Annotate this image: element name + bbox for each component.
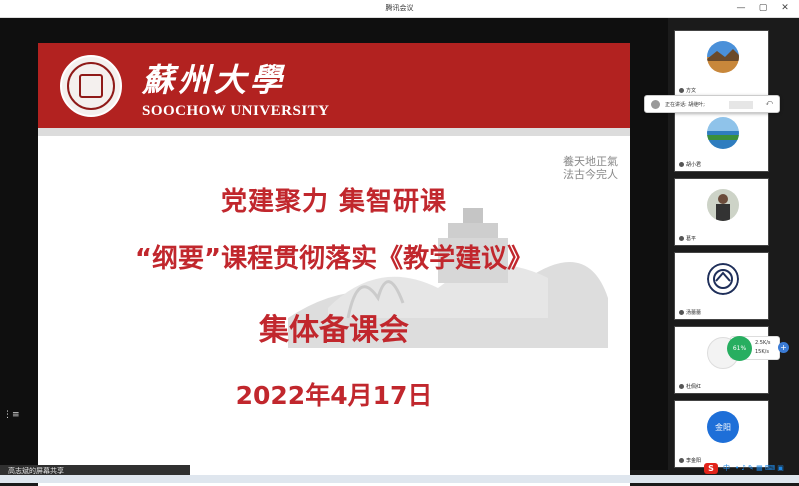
calligraphy-decoration: 養天地正氣 法古今完人 bbox=[563, 155, 623, 181]
presentation-slide: 蘇州大學 SOOCHOW UNIVERSITY 養天地正氣 法古今完人 党建聚力… bbox=[38, 43, 630, 486]
participant-tile[interactable]: 金阳 李金阳 bbox=[674, 400, 769, 468]
network-speed-widget[interactable]: 61% 2.5K/s 15K/s + bbox=[727, 336, 789, 361]
mic-icon bbox=[679, 458, 684, 463]
screen-share-banner: 高志斌的屏幕共享 bbox=[0, 465, 190, 475]
participant-name: 方文 bbox=[679, 87, 696, 94]
cpu-usage-gauge: 61% bbox=[727, 336, 752, 361]
avatar bbox=[707, 263, 739, 295]
mic-icon bbox=[679, 310, 684, 315]
participant-name: 汤蕾蕾 bbox=[679, 309, 701, 316]
window-title: 腾讯会议 bbox=[385, 4, 414, 12]
participant-name: 李金阳 bbox=[679, 457, 701, 464]
participant-name: 葛平 bbox=[679, 235, 696, 242]
participant-name: 胡小君 bbox=[679, 161, 701, 168]
calligraphy-line: 法古今完人 bbox=[563, 168, 618, 181]
participant-tile[interactable]: 葛平 bbox=[674, 178, 769, 246]
taskbar bbox=[0, 475, 799, 483]
participant-name-text: 杜佩红 bbox=[686, 384, 702, 390]
collapse-icon[interactable]: ⤺ bbox=[766, 99, 773, 108]
speaker-icon bbox=[651, 100, 660, 109]
mic-icon bbox=[679, 162, 684, 167]
window-titlebar: 腾讯会议 — ▢ ✕ bbox=[0, 0, 799, 18]
participant-name: 杜佩红 bbox=[679, 383, 701, 390]
sogou-logo-icon[interactable]: S bbox=[704, 462, 718, 474]
slide-title-line-2: “纲要”课程贯彻落实《教学建议》 bbox=[134, 244, 534, 274]
participant-name-text: 胡小君 bbox=[686, 162, 702, 168]
speaking-indicator: 正在讲话: 胡继叶; ⤺ bbox=[644, 95, 780, 113]
university-seal-icon bbox=[60, 55, 122, 117]
participant-name-text: 葛平 bbox=[686, 236, 697, 242]
participant-tile[interactable]: 胡小君 bbox=[674, 104, 769, 172]
speaker-name-redacted bbox=[729, 101, 753, 109]
participant-name-text: 李金阳 bbox=[686, 458, 702, 464]
slide-title-line-1: 党建聚力 集智研课 bbox=[220, 187, 448, 217]
participant-tile[interactable]: 方文 bbox=[674, 30, 769, 98]
slide-title-line-3: 集体备课会 bbox=[259, 313, 409, 348]
participant-panel: 方文 胡小君 葛平 汤蕾蕾 杜佩红 金阳 李金阳 bbox=[668, 18, 799, 470]
participant-tile[interactable]: 汤蕾蕾 bbox=[674, 252, 769, 320]
upload-speed: 2.5K/s bbox=[755, 340, 771, 346]
avatar bbox=[707, 41, 739, 73]
ime-tool-icons[interactable]: • ♪ ✎ ▦ ⌨ ▣ bbox=[735, 464, 784, 472]
plus-icon[interactable]: + bbox=[778, 342, 789, 353]
maximize-button[interactable]: ▢ bbox=[752, 0, 774, 18]
minimize-button[interactable]: — bbox=[730, 0, 752, 18]
university-name-en: SOOCHOW UNIVERSITY bbox=[142, 103, 330, 119]
slide-header-band: 蘇州大學 SOOCHOW UNIVERSITY bbox=[38, 43, 630, 136]
mic-icon bbox=[679, 384, 684, 389]
avatar: 金阳 bbox=[707, 411, 739, 443]
input-mode-toggle[interactable]: 中 bbox=[723, 463, 730, 473]
ime-toolbar: S 中 • ♪ ✎ ▦ ⌨ ▣ bbox=[701, 461, 799, 475]
calligraphy-line: 養天地正氣 bbox=[563, 155, 618, 168]
toolbar-handle-icon[interactable]: ⋮≡ bbox=[3, 410, 20, 420]
shared-screen-area: 蘇州大學 SOOCHOW UNIVERSITY 養天地正氣 法古今完人 党建聚力… bbox=[0, 18, 668, 486]
participant-name-text: 汤蕾蕾 bbox=[686, 310, 702, 316]
participant-name-text: 方文 bbox=[686, 88, 697, 94]
avatar bbox=[707, 189, 739, 221]
university-name-cn: 蘇州大學 bbox=[142, 61, 287, 99]
mic-icon bbox=[679, 236, 684, 241]
avatar bbox=[707, 117, 739, 149]
speaking-text: 正在讲话: 胡继叶; bbox=[665, 102, 705, 108]
mic-icon bbox=[679, 88, 684, 93]
slide-date: 2022年4月17日 bbox=[235, 381, 433, 410]
close-button[interactable]: ✕ bbox=[774, 0, 796, 18]
download-speed: 15K/s bbox=[755, 349, 769, 355]
